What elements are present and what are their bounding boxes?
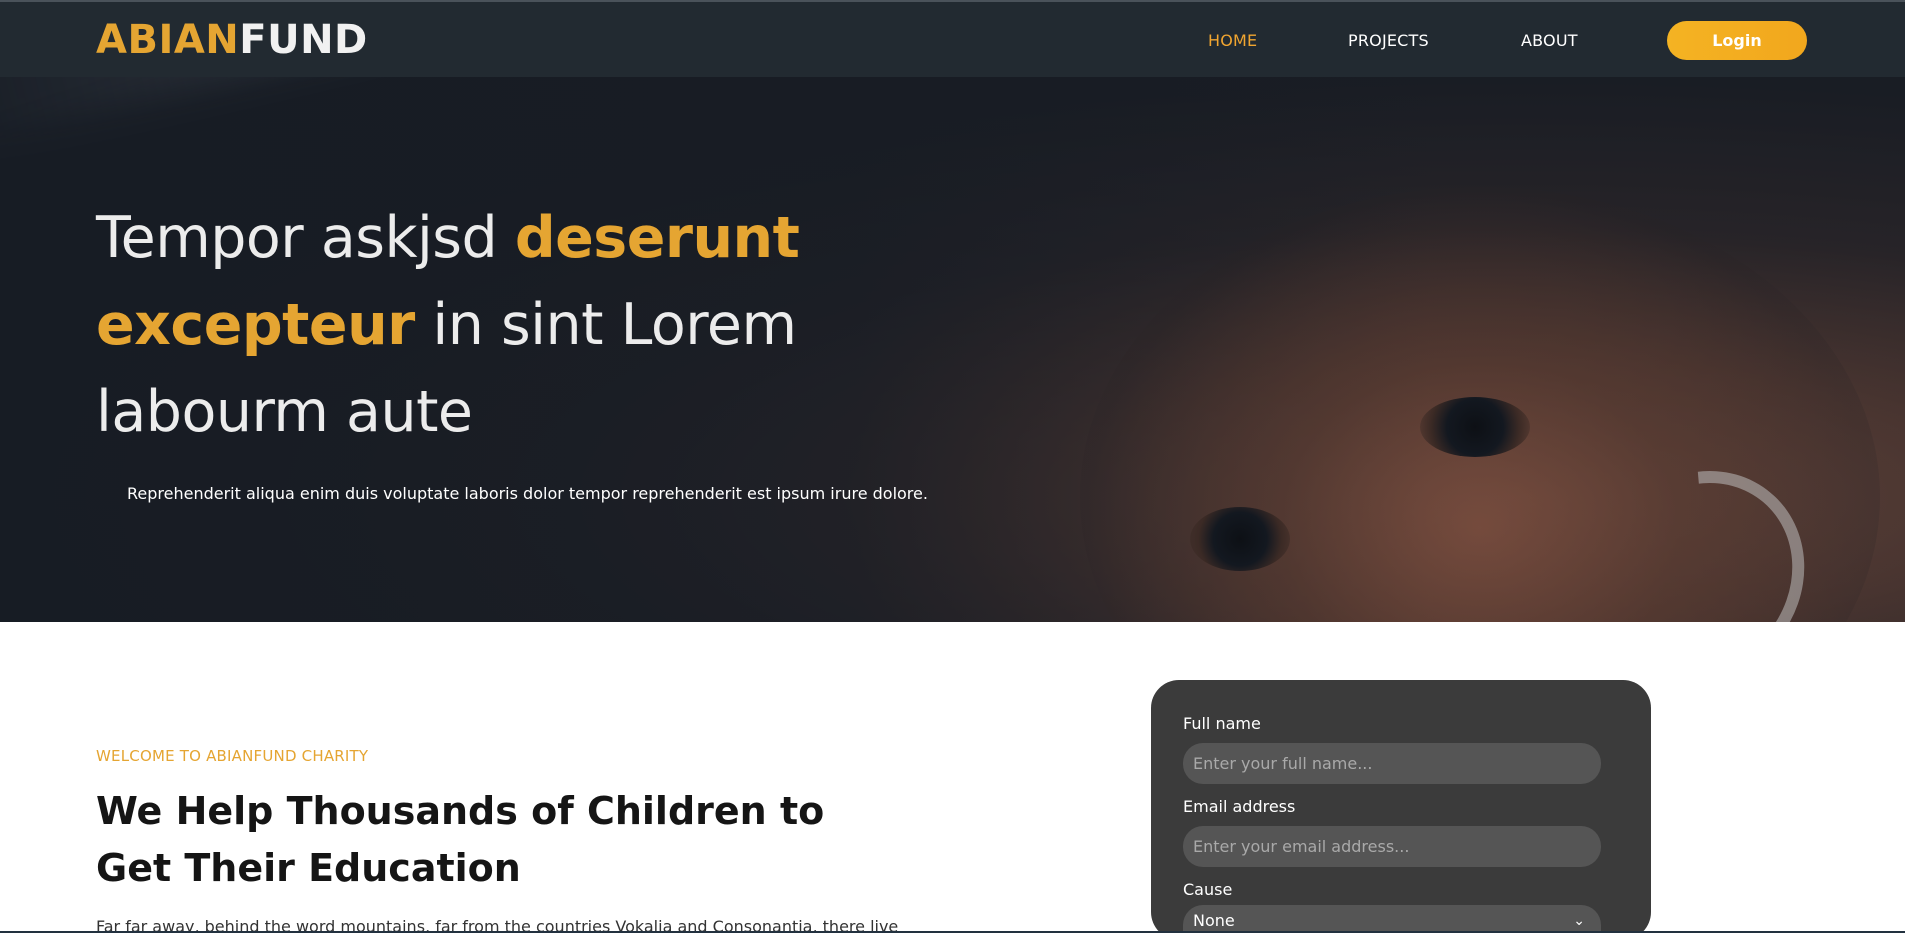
welcome-label: WELCOME TO ABIANFUND CHARITY: [96, 747, 369, 765]
email-label: Email address: [1183, 797, 1296, 816]
cause-select-value: None: [1193, 911, 1235, 930]
donation-form: Full name Email address Cause None ⌄: [1151, 680, 1651, 933]
full-name-label: Full name: [1183, 714, 1261, 733]
hero-subtitle: Reprehenderit aliqua enim duis voluptate…: [127, 484, 928, 503]
hero-title-part-1: Tempor askjsd: [96, 205, 515, 271]
hero-image-eye: [1420, 397, 1530, 457]
full-name-input[interactable]: [1183, 743, 1601, 784]
login-button[interactable]: Login: [1667, 21, 1807, 60]
cause-label: Cause: [1183, 880, 1233, 899]
hero-image-eye: [1190, 507, 1290, 571]
hero-title: Tempor askjsd deserunt excepteur in sint…: [96, 195, 856, 456]
hero-background-light: [0, 77, 1288, 154]
cause-select[interactable]: None ⌄: [1183, 905, 1601, 933]
nav-links: HOME PROJECTS ABOUT: [0, 31, 1905, 51]
nav-projects-link[interactable]: PROJECTS: [1348, 31, 1429, 50]
chevron-down-icon: ⌄: [1573, 913, 1585, 929]
nav-about-link[interactable]: ABOUT: [1521, 31, 1578, 50]
nav-home-link[interactable]: HOME: [1208, 31, 1257, 50]
section-title: We Help Thousands of Children to Get The…: [96, 789, 825, 890]
navbar: ABIANFUND HOME PROJECTS ABOUT Login: [0, 0, 1905, 77]
email-input[interactable]: [1183, 826, 1601, 867]
